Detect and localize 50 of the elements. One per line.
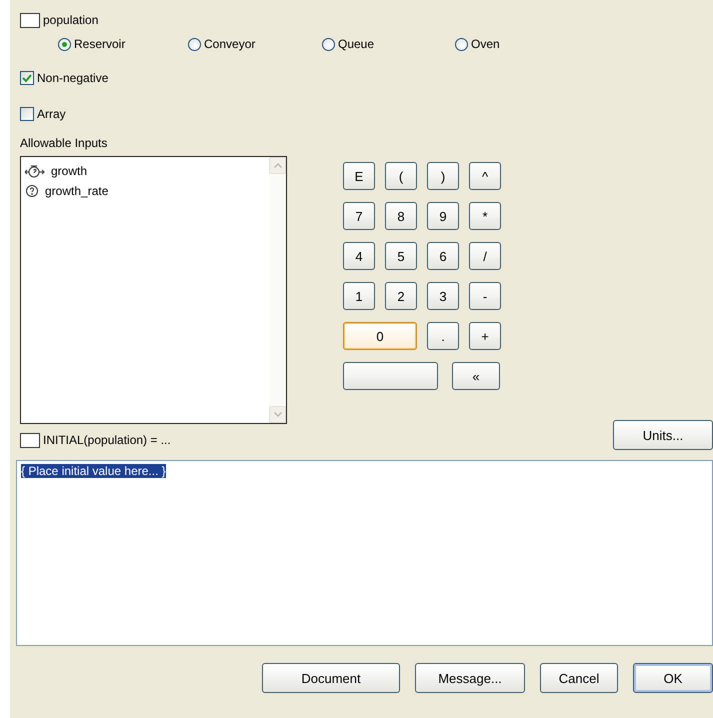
radio-label: Queue bbox=[338, 37, 374, 51]
dialog-button[interactable]: Document bbox=[262, 663, 400, 693]
flow-icon bbox=[25, 164, 45, 178]
keypad-key[interactable]: 2 bbox=[385, 282, 417, 310]
keypad-key[interactable]: 9 bbox=[427, 202, 459, 230]
keypad-key[interactable]: 6 bbox=[427, 242, 459, 270]
dialog-button[interactable]: Message... bbox=[415, 663, 525, 693]
list-item[interactable]: growth_rate bbox=[45, 184, 108, 198]
keypad-key[interactable]: + bbox=[469, 322, 501, 350]
checkbox-label: Array bbox=[37, 107, 66, 121]
list-label: Allowable Inputs bbox=[20, 136, 108, 150]
checkbox-label: Non-negative bbox=[37, 71, 108, 85]
chevron-up-icon bbox=[274, 163, 282, 168]
radio-label: Reservoir bbox=[74, 37, 126, 51]
keypad-key[interactable]: 4 bbox=[343, 242, 375, 270]
blank-key[interactable] bbox=[343, 362, 438, 390]
checkbox[interactable] bbox=[20, 432, 40, 448]
radio-label: Conveyor bbox=[204, 37, 256, 51]
keypad-key[interactable]: 7 bbox=[343, 202, 375, 230]
radio-button[interactable] bbox=[322, 38, 335, 50]
radio-label: Oven bbox=[471, 37, 500, 51]
equation-field[interactable]: { Place initial value here... } bbox=[16, 460, 713, 646]
keypad-key[interactable]: 3 bbox=[427, 282, 459, 310]
keypad-key[interactable]: ^ bbox=[469, 162, 501, 190]
radio-button[interactable] bbox=[58, 38, 71, 50]
backspace-key[interactable]: « bbox=[452, 362, 500, 390]
keypad-key[interactable]: ( bbox=[385, 162, 417, 190]
keypad-key[interactable]: E bbox=[343, 162, 375, 190]
keypad-key[interactable]: 0 bbox=[343, 322, 417, 350]
keypad-key[interactable]: / bbox=[469, 242, 501, 270]
keypad-key[interactable]: 5 bbox=[385, 242, 417, 270]
keypad-key[interactable]: * bbox=[469, 202, 501, 230]
converter-icon bbox=[25, 184, 39, 198]
checkbox[interactable] bbox=[20, 12, 40, 28]
chevron-down-icon bbox=[274, 412, 282, 417]
checkbox-label: population bbox=[43, 13, 98, 27]
units-button[interactable]: Units... bbox=[613, 420, 713, 450]
keypad-key[interactable]: 1 bbox=[343, 282, 375, 310]
checkbox[interactable] bbox=[20, 71, 34, 85]
list-item[interactable]: growth bbox=[51, 164, 88, 178]
radio-button[interactable] bbox=[455, 38, 468, 50]
keypad-key[interactable]: . bbox=[427, 322, 459, 350]
keypad-key[interactable]: ) bbox=[427, 162, 459, 190]
checkbox[interactable] bbox=[20, 107, 34, 121]
radio-button[interactable] bbox=[188, 38, 201, 50]
keypad-key[interactable]: - bbox=[469, 282, 501, 310]
dialog-button[interactable]: Cancel bbox=[540, 663, 618, 693]
keypad-key[interactable]: 8 bbox=[385, 202, 417, 230]
checkbox-label: INITIAL(population) = ... bbox=[43, 433, 171, 447]
dialog-button[interactable]: OK bbox=[633, 663, 713, 693]
